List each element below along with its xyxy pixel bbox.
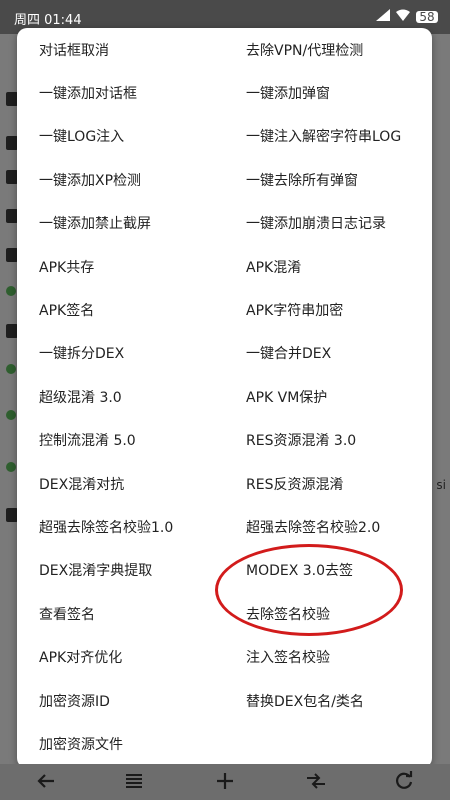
file-icon [6,364,16,374]
menu-item-right[interactable]: RES反资源混淆 [223,462,432,505]
bottom-toolbar [0,764,450,800]
menu-item-right[interactable]: APK字符串加密 [223,288,432,331]
menu-item-left[interactable]: 超强去除签名校验1.0 [17,505,223,548]
battery-icon: 58 [416,10,438,23]
menu-item-left[interactable]: 一键添加禁止截屏 [17,202,223,245]
status-icons: 58 [376,9,438,24]
menu-item-right[interactable]: 去除签名校验 [223,592,432,635]
signal-icon [376,9,390,24]
wifi-icon [396,9,410,24]
background-text: si [436,478,446,492]
menu-item-left[interactable]: 一键添加对话框 [17,71,223,114]
menu-item-left[interactable]: DEX混淆字典提取 [17,549,223,592]
menu-item-right[interactable]: 一键添加崩溃日志记录 [223,202,432,245]
menu-item-right[interactable]: 超强去除签名校验2.0 [223,505,432,548]
menu-item-left[interactable]: APK签名 [17,288,223,331]
menu-grid: 对话框取消 去除VPN/代理检测 一键添加对话框 一键添加弹窗 一键LOG注入 一键注入解… [17,28,432,766]
menu-item-left[interactable]: 一键拆分DEX [17,332,223,375]
menu-item-left[interactable]: 超级混淆 3.0 [17,375,223,418]
menu-item-right[interactable]: 一键合并DEX [223,332,432,375]
menu-item-left[interactable]: APK共存 [17,245,223,288]
menu-item-left[interactable]: DEX混淆对抗 [17,462,223,505]
arrow-left-icon[interactable] [28,766,64,796]
menu-item-left[interactable]: APK对齐优化 [17,635,223,678]
menu-item-right[interactable]: APK VM保护 [223,375,432,418]
plus-icon[interactable] [207,766,243,796]
menu-item-left[interactable]: 查看签名 [17,592,223,635]
menu-item-right[interactable]: MODEX 3.0去签 [223,549,432,592]
file-icon [6,286,16,296]
menu-item-right[interactable]: 替换DEX包名/类名 [223,679,432,722]
file-icon [6,410,16,420]
menu-item-left[interactable]: 一键添加XP检测 [17,158,223,201]
menu-item-left[interactable]: 一键LOG注入 [17,115,223,158]
function-menu-dialog: 对话框取消 去除VPN/代理检测 一键添加对话框 一键添加弹窗 一键LOG注入 一键注入解… [17,28,432,768]
menu-item-right[interactable]: 一键注入解密字符串LOG [223,115,432,158]
menu-item-left[interactable]: 加密资源ID [17,679,223,722]
menu-item-right[interactable]: 一键去除所有弹窗 [223,158,432,201]
refresh-icon[interactable] [386,766,422,796]
menu-item-left[interactable]: 加密资源文件 [17,722,223,765]
status-time: 周四 01:44 [14,13,82,28]
menu-item-left[interactable]: 对话框取消 [17,28,223,71]
menu-item-right[interactable]: APK混淆 [223,245,432,288]
list-icon[interactable] [116,766,152,796]
menu-item-right[interactable]: RES资源混淆 3.0 [223,419,432,462]
menu-item-right [223,722,432,765]
menu-item-left[interactable]: 控制流混淆 5.0 [17,419,223,462]
swap-arrows-icon[interactable] [298,766,334,796]
file-icon [6,462,16,472]
menu-item-right[interactable]: 注入签名校验 [223,635,432,678]
menu-item-right[interactable]: 去除VPN/代理检测 [223,28,432,71]
menu-item-right[interactable]: 一键添加弹窗 [223,71,432,114]
